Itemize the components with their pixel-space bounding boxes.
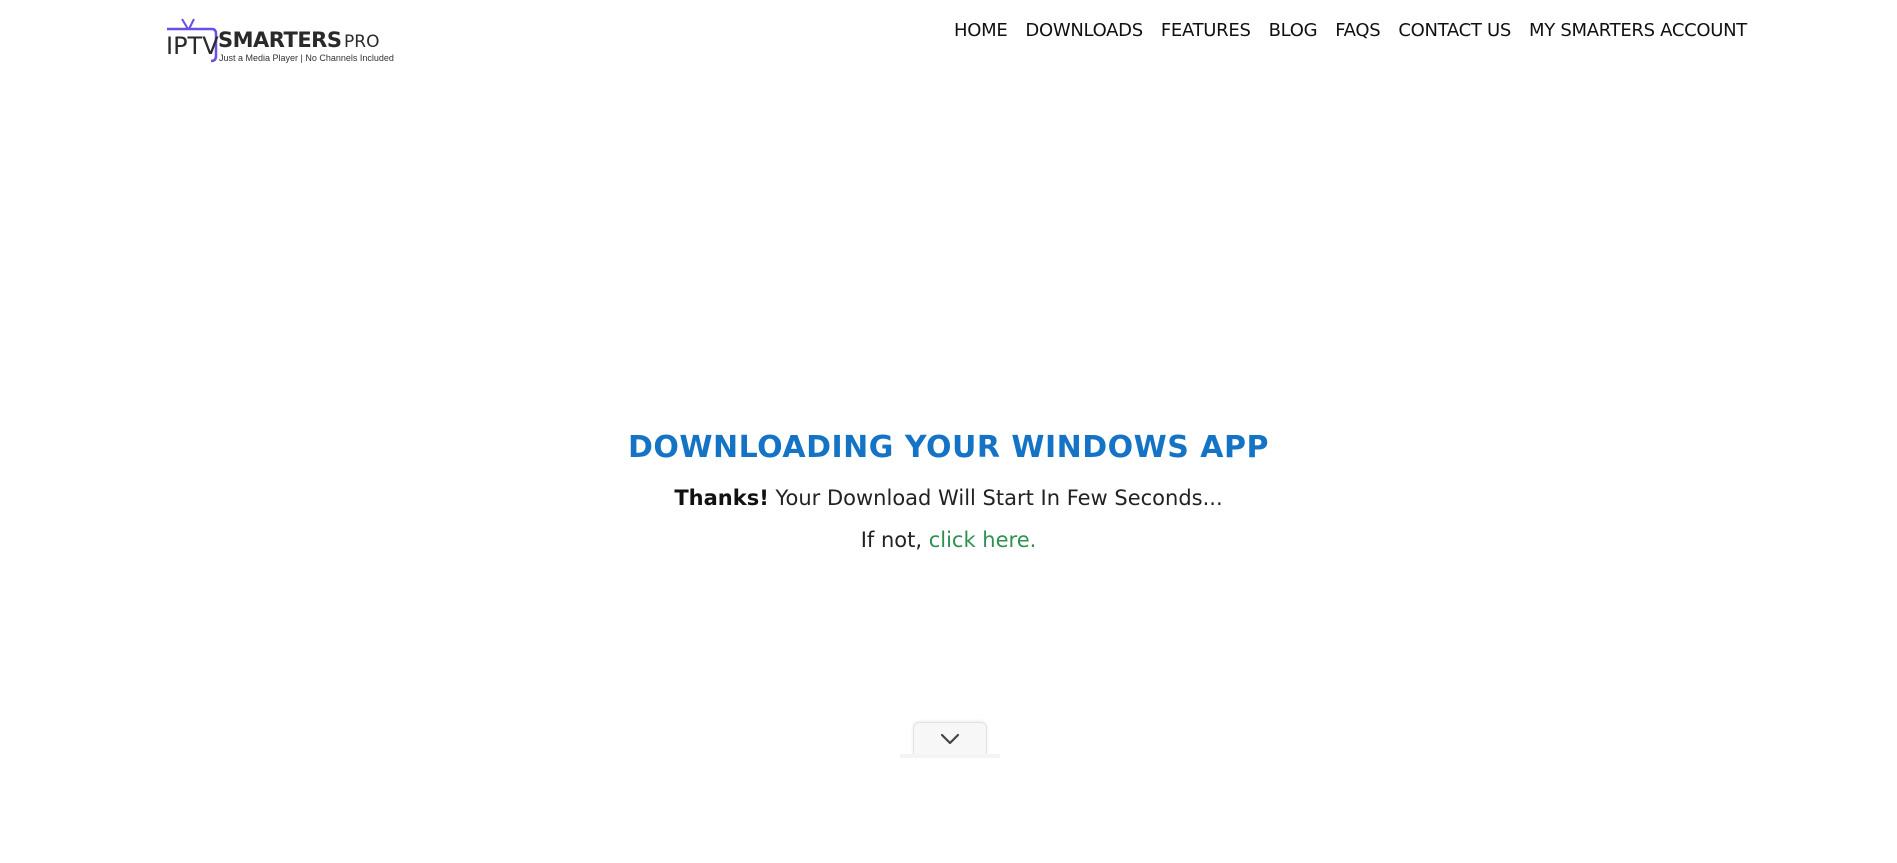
- page-title: DOWNLOADING YOUR WINDOWS APP: [628, 430, 1269, 465]
- nav-faqs[interactable]: FAQS: [1335, 20, 1380, 41]
- scroll-down-button[interactable]: [913, 722, 987, 755]
- site-header: IPTV SMARTERS PRO Just a Media Player | …: [0, 0, 1897, 75]
- logo-smarters: SMARTERS: [218, 28, 342, 52]
- logo-iptv: IPTV: [166, 32, 219, 60]
- scroll-button-base: [900, 754, 1000, 758]
- click-here-link[interactable]: click here.: [929, 528, 1037, 552]
- nav-blog[interactable]: BLOG: [1269, 20, 1318, 41]
- logo-tagline: Just a Media Player | No Channels Includ…: [219, 53, 394, 63]
- thanks-bold: Thanks!: [674, 486, 769, 510]
- nav-contact-us[interactable]: CONTACT US: [1398, 20, 1511, 41]
- thanks-line: Thanks! Your Download Will Start In Few …: [0, 477, 1897, 519]
- if-not-text: If not,: [860, 528, 929, 552]
- nav-my-smarters-account[interactable]: MY SMARTERS ACCOUNT: [1529, 20, 1747, 41]
- nav-downloads[interactable]: DOWNLOADS: [1025, 20, 1143, 41]
- download-message: DOWNLOADING YOUR WINDOWS APP Thanks! You…: [0, 425, 1897, 561]
- logo-pro: PRO: [344, 32, 380, 52]
- fallback-line: If not, click here.: [0, 519, 1897, 561]
- thanks-text: Your Download Will Start In Few Seconds.…: [768, 486, 1223, 510]
- nav-features[interactable]: FEATURES: [1161, 20, 1251, 41]
- nav-home[interactable]: HOME: [954, 20, 1008, 41]
- logo[interactable]: IPTV SMARTERS PRO Just a Media Player | …: [164, 16, 394, 64]
- chevron-down-icon: [940, 733, 960, 745]
- main-nav: HOME DOWNLOADS FEATURES BLOG FAQS CONTAC…: [954, 20, 1747, 41]
